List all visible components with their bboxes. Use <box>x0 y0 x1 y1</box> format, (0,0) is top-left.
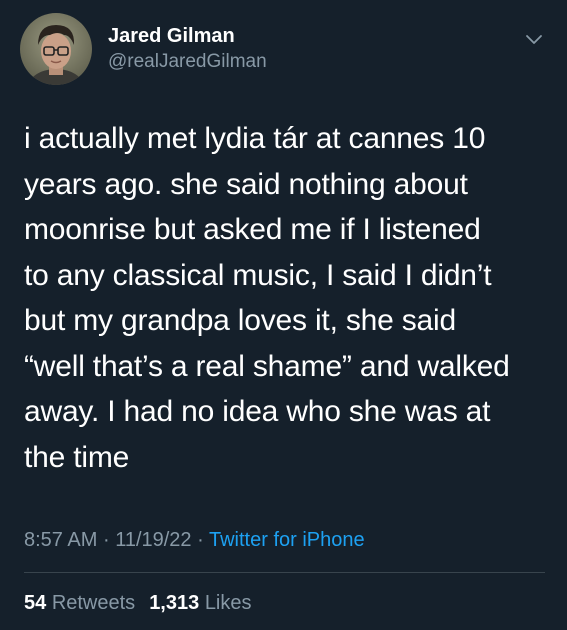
likes-label: Likes <box>204 592 252 614</box>
tweet-time[interactable]: 8:57 AM <box>24 529 97 551</box>
avatar-photo-icon <box>20 13 92 85</box>
tweet-text: i actually met lydia tár at cannes 10 ye… <box>24 122 510 474</box>
likes-stat[interactable]: 1,313 Likes <box>149 592 251 614</box>
tweet-date[interactable]: 11/19/22 <box>115 529 191 551</box>
tweet-meta: 8:57 AM · 11/19/22 · Twitter for iPhone <box>24 526 365 554</box>
author-handle[interactable]: @realJaredGilman <box>108 49 267 75</box>
retweets-stat[interactable]: 54 Retweets <box>24 592 135 614</box>
author-display-name[interactable]: Jared Gilman <box>108 23 267 49</box>
tweet-source-link[interactable]: Twitter for iPhone <box>209 529 365 551</box>
avatar[interactable] <box>20 13 92 85</box>
tweet-header: Jared Gilman @realJaredGilman <box>20 13 267 85</box>
tweet-stats: 54 Retweets 1,313 Likes <box>24 589 252 617</box>
divider <box>24 572 545 573</box>
likes-count: 1,313 <box>149 592 200 614</box>
author-names: Jared Gilman @realJaredGilman <box>108 23 267 75</box>
retweets-label: Retweets <box>51 592 136 614</box>
more-options-button[interactable] <box>523 28 545 50</box>
retweets-count: 54 <box>24 592 47 614</box>
meta-separator: · <box>102 529 110 551</box>
chevron-down-icon <box>526 35 542 44</box>
meta-separator: · <box>197 529 204 551</box>
tweet-card: Jared Gilman @realJaredGilman i actually… <box>0 0 567 630</box>
